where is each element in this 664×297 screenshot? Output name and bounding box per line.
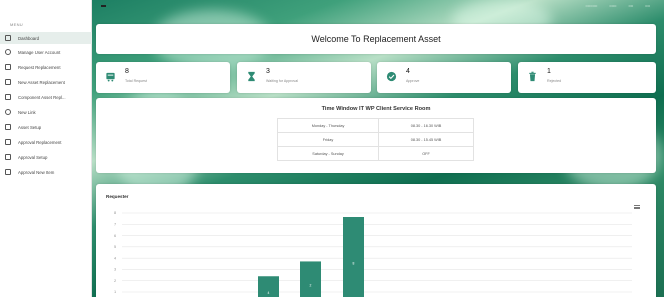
- sidebar-item-asset-setup[interactable]: Asset Setup: [0, 121, 92, 133]
- stat-value: 8: [125, 68, 129, 75]
- trash-icon: [529, 71, 536, 82]
- sidebar: MENU Dashboard Manage User Account Reque…: [0, 0, 92, 297]
- sidebar-item-approval-replacement[interactable]: Approval Replacement: [0, 136, 92, 148]
- cart-icon: [106, 72, 115, 82]
- welcome-title: Welcome To Replacement Asset: [311, 34, 441, 44]
- top-item[interactable]: ••••••••••: [586, 4, 598, 8]
- stat-card-approve[interactable]: 4 Approve: [377, 62, 511, 93]
- bar-data-label: 4: [268, 291, 270, 295]
- sidebar-item-label: Approval Replacement: [18, 139, 62, 145]
- sidebar-item-new-asset[interactable]: New Asset Replacement: [0, 76, 92, 88]
- time-window-title: Time Window IT WP Client Service Room: [321, 106, 431, 112]
- stat-label: Rejected: [547, 79, 562, 83]
- y-tick-label: 2: [114, 279, 116, 283]
- sidebar-item-approval-setup[interactable]: Approval Setup: [0, 151, 92, 163]
- y-tick-label: 1: [114, 290, 116, 294]
- sidebar-item-label: New Link: [18, 109, 36, 115]
- stat-value: 1: [547, 68, 551, 75]
- stat-label: Waiting for Approval: [266, 79, 299, 83]
- hourglass-icon: [248, 71, 255, 82]
- top-item[interactable]: ••••: [629, 4, 634, 8]
- stat-value: 4: [406, 68, 410, 75]
- time-window-card: Time Window IT WP Client Service Room Mo…: [96, 98, 656, 173]
- sidebar-item-label: Manage User Account: [18, 49, 61, 55]
- sidebar-item-label: Request Replacement: [18, 64, 61, 70]
- y-tick-label: 7: [114, 222, 116, 226]
- user-icon: [5, 49, 11, 55]
- top-item[interactable]: ••••: [645, 4, 650, 8]
- sidebar-item-dashboard[interactable]: Dashboard: [0, 32, 92, 44]
- document-icon: [5, 79, 11, 85]
- sidebar-header: MENU: [10, 22, 23, 27]
- chart-bar[interactable]: [343, 217, 364, 297]
- top-item[interactable]: ••••••: [609, 4, 616, 8]
- sidebar-item-label: Component Asset Repl...: [18, 94, 66, 100]
- chart-bar[interactable]: [300, 261, 321, 297]
- y-tick-label: 3: [114, 268, 116, 272]
- sidebar-item-approval-new-item[interactable]: Approval New Item: [0, 166, 92, 178]
- table-cell-day: Saturday - Sunday: [276, 146, 380, 161]
- stat-label: Approve: [406, 79, 420, 83]
- table-row: Saturday - Sunday OFF: [276, 146, 474, 161]
- welcome-card: Welcome To Replacement Asset: [96, 24, 656, 54]
- y-tick-label: 8: [114, 211, 116, 215]
- stat-card-waiting-approval[interactable]: 3 Waiting for Approval: [237, 62, 371, 93]
- menu-toggle-icon[interactable]: [101, 5, 106, 7]
- sidebar-item-label: Asset Setup: [18, 124, 42, 130]
- requester-chart: 8 7 6 5 4 3 2 1 4 2 8: [114, 211, 632, 297]
- file-icon: [5, 169, 11, 175]
- link-icon: [5, 109, 11, 115]
- top-bar: •••••••••• •••••• •••• ••••: [92, 0, 664, 14]
- check-circle-icon: [386, 71, 397, 82]
- sidebar-item-label: Approval New Item: [18, 169, 55, 175]
- home-icon: [5, 35, 11, 41]
- y-tick-label: 5: [114, 245, 116, 249]
- table-row: Monday - Thursday 08.30 - 16.30 WIB: [276, 118, 474, 133]
- time-window-table: Monday - Thursday 08.30 - 16.30 WIB Frid…: [276, 118, 474, 161]
- y-tick-label: 6: [114, 234, 116, 238]
- bar-data-label: 8: [353, 262, 355, 266]
- sidebar-item-manage-user[interactable]: Manage User Account: [0, 46, 92, 58]
- stat-value: 3: [266, 68, 270, 75]
- sidebar-item-label: Dashboard: [18, 35, 40, 41]
- sidebar-item-component-asset[interactable]: Component Asset Repl...: [0, 91, 92, 103]
- box-icon: [5, 124, 11, 130]
- table-cell-time: 08.30 - 16.30 WIB: [378, 118, 474, 133]
- table-cell-time: OFF: [378, 146, 474, 161]
- stat-label: Total Request: [125, 79, 147, 83]
- table-row: Friday 08.30 - 15.45 WIB: [276, 132, 474, 147]
- table-cell-time: 08.30 - 15.45 WIB: [378, 132, 474, 147]
- top-right-items: •••••••••• •••••• •••• ••••: [586, 4, 651, 8]
- stat-card-total-request[interactable]: 8 Total Request: [96, 62, 230, 93]
- sidebar-item-label: New Asset Replacement: [18, 79, 65, 85]
- sidebar-item-new-link[interactable]: New Link: [0, 106, 92, 118]
- sidebar-item-request-replacement[interactable]: Request Replacement: [0, 61, 92, 73]
- sidebar-item-label: Approval Setup: [18, 154, 48, 160]
- clipboard-icon: [5, 139, 11, 145]
- table-cell-day: Monday - Thursday: [276, 118, 380, 133]
- y-tick-label: 4: [114, 256, 116, 260]
- bar-data-label: 2: [310, 284, 312, 288]
- tools-icon: [5, 94, 11, 100]
- cart-icon: [5, 64, 11, 70]
- check-box-icon: [5, 154, 11, 160]
- table-cell-day: Friday: [276, 132, 380, 147]
- stat-card-rejected[interactable]: 1 Rejected: [518, 62, 656, 93]
- requester-chart-card: Requester 87654321428: [96, 184, 656, 297]
